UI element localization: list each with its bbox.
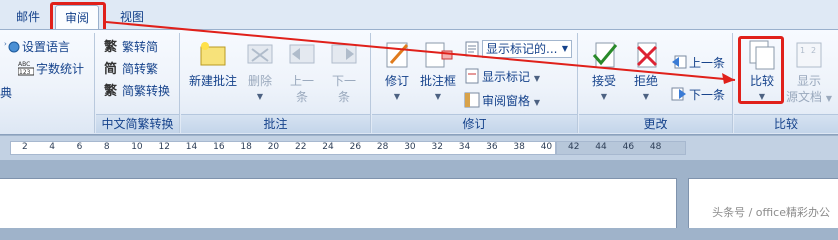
watermark-text: 头条号 / office精彩办公 [712, 206, 830, 219]
ruler-tick-label: 48 [649, 142, 662, 152]
ruler-tick-label: 14 [185, 142, 198, 152]
document-page-next[interactable] [688, 178, 838, 228]
document-page[interactable] [0, 178, 677, 228]
ruler-tick-label: 32 [431, 142, 443, 152]
ruler-tick-label: 30 [404, 142, 416, 152]
ruler-tick-label: 42 [568, 142, 580, 152]
ruler-tick-label: 40 [540, 142, 553, 152]
ruler-tick-label: 4 [49, 142, 56, 152]
ruler-tick-label: 2 [22, 142, 28, 152]
ruler-tick-label: 38 [513, 142, 525, 152]
ruler-tick-label: 16 [213, 142, 225, 152]
ruler-tick-label: 18 [240, 142, 252, 152]
ruler-tick-label: 34 [458, 142, 471, 152]
ruler-tick-label: 22 [295, 142, 307, 152]
ruler-tick-label: 8 [103, 142, 110, 152]
ruler-tick-label: 44 [595, 142, 607, 152]
ruler-tick-label: 10 [131, 142, 143, 152]
ruler-tick-label: 24 [322, 142, 334, 152]
ruler-text-area [10, 141, 556, 155]
ruler-tick-label: 6 [76, 142, 83, 152]
horizontal-ruler[interactable]: 2 4 6 8 10 12 14 16 18 20 22 24 26 28 30 32 34 36 38 40 42 44… [0, 136, 838, 160]
ruler-tick-label: 20 [267, 142, 280, 152]
ruler-tick-label: 12 [158, 142, 170, 152]
ruler-tick-label: 46 [622, 142, 635, 152]
ruler-tick-label: 26 [349, 142, 362, 152]
ruler-tick-label: 36 [486, 142, 498, 152]
ruler-tick-label: 28 [376, 142, 389, 152]
